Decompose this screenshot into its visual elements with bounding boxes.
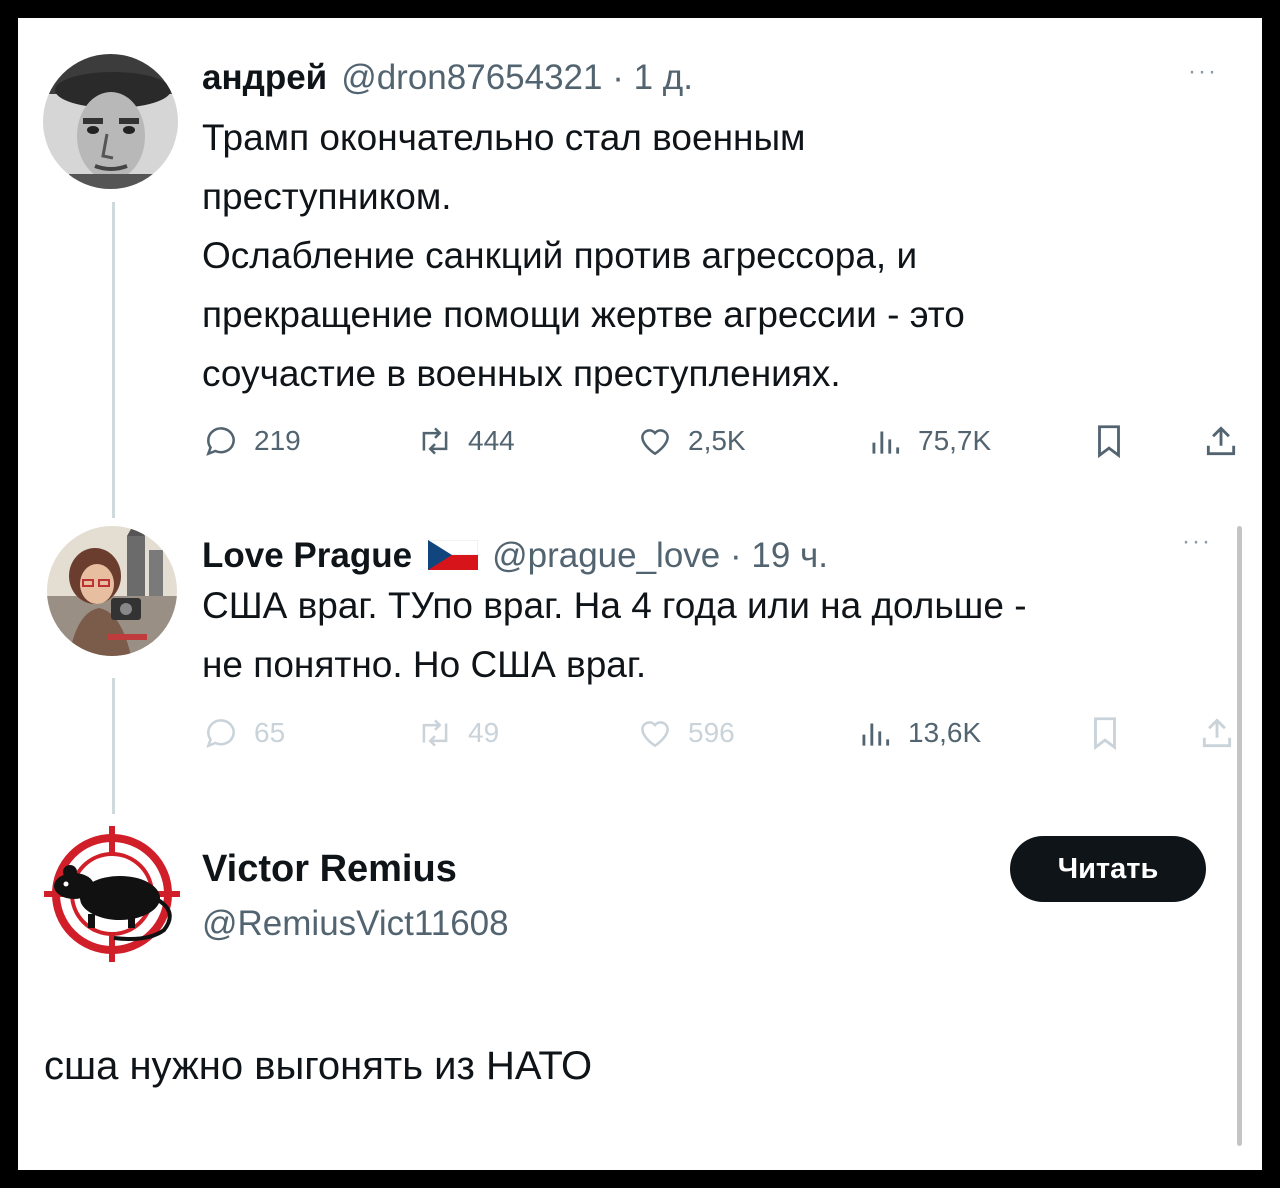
repost-count: 49 <box>468 717 500 748</box>
share-icon <box>1206 426 1236 456</box>
reply-count: 219 <box>254 425 301 456</box>
tweet-line: преступником. <box>202 176 452 217</box>
like-count: 2,5K <box>688 425 746 456</box>
views-count: 75,7K <box>918 425 992 456</box>
more-icon[interactable]: ··· <box>1182 528 1212 556</box>
share-button[interactable] <box>1202 422 1254 460</box>
repost-icon <box>422 719 448 747</box>
views-button[interactable]: 13,6K <box>856 714 981 752</box>
tweet-line: Трамп окончательно стал военным <box>202 117 806 158</box>
tweet-line: Ослабление санкций против агрессора, и <box>202 235 918 276</box>
like-icon <box>641 429 669 456</box>
avatar[interactable] <box>43 54 178 189</box>
czech-flag-icon <box>428 540 479 570</box>
tweet-header: андрей @dron87654321 · 1 д. <box>202 58 693 98</box>
tweet-text: Трамп окончательно стал военным преступн… <box>202 108 965 403</box>
views-button[interactable]: 75,7K <box>866 422 991 460</box>
scrollbar[interactable] <box>1237 526 1242 1146</box>
author-handle-time[interactable]: @prague_love · 19 ч. <box>492 536 828 576</box>
author-name[interactable]: андрей <box>202 58 327 98</box>
reply-button[interactable]: 219 <box>202 422 301 460</box>
views-count: 13,6K <box>908 717 982 748</box>
bookmark-button[interactable] <box>1090 422 1142 460</box>
thread-connector <box>112 202 115 518</box>
share-icon <box>1202 718 1232 748</box>
like-button[interactable]: 596 <box>636 714 735 752</box>
share-button[interactable] <box>1198 714 1250 752</box>
views-icon <box>862 723 890 746</box>
tweet-line: соучастие в военных преступлениях. <box>202 353 841 394</box>
author-name[interactable]: Love Prague <box>202 536 412 576</box>
bookmark-icon <box>1098 425 1120 459</box>
tweet-line: не понятно. Но США враг. <box>202 644 647 685</box>
like-button[interactable]: 2,5K <box>636 422 746 460</box>
repost-button[interactable]: 444 <box>416 422 515 460</box>
author-handle-time[interactable]: @dron87654321 · 1 д. <box>341 58 693 98</box>
avatar[interactable] <box>44 826 180 962</box>
tweet-actions: 219 444 2,5K 75,7K <box>202 422 1236 466</box>
like-count: 596 <box>688 717 735 748</box>
repost-button[interactable]: 49 <box>416 714 499 752</box>
reply-icon <box>206 719 235 748</box>
reply-icon <box>206 427 235 456</box>
follow-button[interactable]: Читать <box>1010 836 1206 902</box>
thread-connector <box>112 678 115 814</box>
like-icon <box>641 721 669 748</box>
profile-name[interactable]: Victor Remius <box>202 848 457 891</box>
tweet-actions: 65 49 596 13,6K <box>202 714 1232 758</box>
caption-text: сша нужно выгонять из НАТО <box>44 1044 593 1088</box>
tweet-header: Love Prague @prague_love · 19 ч. <box>202 536 828 576</box>
reply-count: 65 <box>254 717 286 748</box>
views-icon <box>872 431 900 454</box>
avatar[interactable] <box>47 526 177 656</box>
tweet-line: прекращение помощи жертве агрессии - это <box>202 294 965 335</box>
bookmark-icon <box>1094 717 1116 751</box>
screenshot-frame: андрей @dron87654321 · 1 д. ··· Трамп ок… <box>18 18 1262 1170</box>
repost-count: 444 <box>468 425 515 456</box>
tweet-text: США враг. ТУпо враг. На 4 года или на до… <box>202 576 1027 694</box>
tweet-line: США враг. ТУпо враг. На 4 года или на до… <box>202 585 1027 626</box>
repost-icon <box>422 427 448 455</box>
reply-button[interactable]: 65 <box>202 714 285 752</box>
more-icon[interactable]: ··· <box>1188 58 1218 86</box>
profile-handle[interactable]: @RemiusVict11608 <box>202 904 509 944</box>
bookmark-button[interactable] <box>1086 714 1138 752</box>
